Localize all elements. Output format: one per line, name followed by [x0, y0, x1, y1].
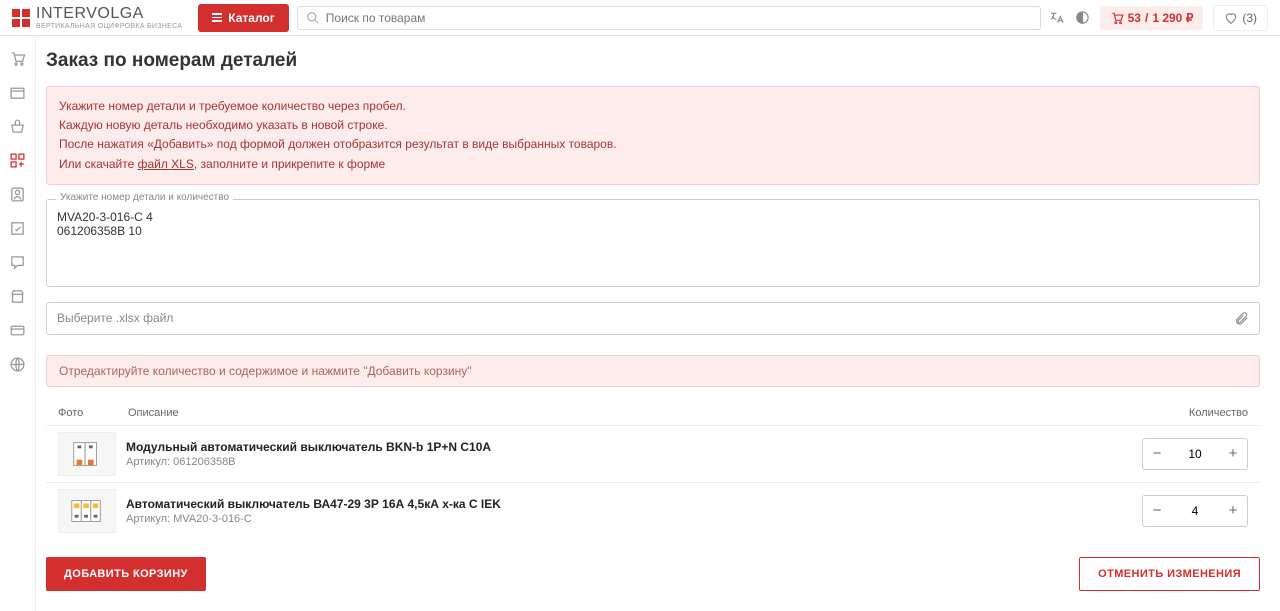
sidebar-cart-icon[interactable]: [8, 48, 28, 68]
product-title: Автоматический выключатель ВА47-29 3Р 16…: [126, 497, 1142, 511]
heart-icon: [1224, 11, 1238, 25]
actions-bar: ДОБАВИТЬ КОРЗИНУ ОТМЕНИТЬ ИЗМЕНЕНИЯ: [46, 557, 1260, 591]
quantity-stepper: − +: [1142, 495, 1248, 527]
col-qty: Количество: [1128, 407, 1248, 419]
main-content: Заказ по номерам деталей Укажите номер д…: [36, 36, 1280, 611]
col-desc: Описание: [128, 407, 1128, 419]
search-input[interactable]: [326, 11, 1032, 25]
catalog-label: Каталог: [228, 11, 275, 25]
instructions-line1: Укажите номер детали и требуемое количес…: [59, 97, 1247, 116]
sidebar-edit-icon[interactable]: [8, 218, 28, 238]
sidebar-globe-icon[interactable]: [8, 354, 28, 374]
search-icon: [306, 11, 320, 25]
sidebar-order-parts-icon[interactable]: [8, 150, 28, 170]
row-description: Автоматический выключатель ВА47-29 3Р 16…: [126, 497, 1142, 525]
product-thumb: [58, 489, 116, 533]
qty-minus-button[interactable]: −: [1143, 496, 1171, 526]
qty-input[interactable]: [1171, 447, 1219, 461]
cart-count: 53: [1128, 11, 1141, 25]
search-box[interactable]: [297, 6, 1041, 30]
sidebar-user-icon[interactable]: [8, 184, 28, 204]
parts-field-label: Укажите номер детали и количество: [56, 192, 233, 203]
product-thumb: [58, 432, 116, 476]
row-description: Модульный автоматический выключатель BKN…: [126, 440, 1142, 468]
sidebar-chat-icon[interactable]: [8, 252, 28, 272]
instructions-alert: Укажите номер детали и требуемое количес…: [46, 86, 1260, 185]
product-sku: Артикул: 061206358B: [126, 456, 1142, 468]
logo-text: INTERVOLGA: [36, 5, 182, 23]
logo[interactable]: INTERVOLGA ВЕРТИКАЛЬНАЯ ОЦИФРОВКА БИЗНЕС…: [12, 5, 182, 30]
quantity-stepper: − +: [1142, 438, 1248, 470]
xls-download-link[interactable]: файл XLS: [138, 157, 194, 171]
cart-icon: [1110, 11, 1124, 25]
top-bar: INTERVOLGA ВЕРТИКАЛЬНАЯ ОЦИФРОВКА БИЗНЕС…: [0, 0, 1280, 36]
page-title: Заказ по номерам деталей: [46, 50, 1260, 72]
sidebar-card-icon[interactable]: [8, 320, 28, 340]
cart-total: 1 290 ₽: [1152, 11, 1193, 25]
cart-sep: /: [1145, 11, 1148, 25]
review-notice: Отредактируйте количество и содержимое и…: [46, 355, 1260, 387]
instructions-line2: Каждую новую деталь необходимо указать в…: [59, 116, 1247, 135]
table-row: Автоматический выключатель ВА47-29 3Р 16…: [46, 482, 1260, 539]
instructions-line3: После нажатия «Добавить» под формой долж…: [59, 135, 1247, 154]
language-icon[interactable]: [1049, 10, 1065, 26]
sidebar: [0, 36, 36, 611]
qty-plus-button[interactable]: +: [1219, 439, 1247, 469]
attachment-icon: [1234, 311, 1249, 326]
table-row: Модульный автоматический выключатель BKN…: [46, 425, 1260, 482]
sidebar-store-icon[interactable]: [8, 286, 28, 306]
parts-textarea[interactable]: [46, 199, 1260, 287]
table-header: Фото Описание Количество: [46, 401, 1260, 425]
instructions-line4: Или скачайте файл XLS, заполните и прикр…: [59, 155, 1247, 174]
qty-input[interactable]: [1171, 504, 1219, 518]
menu-icon: [212, 13, 222, 22]
top-icons: 53 / 1 290 ₽ (3): [1049, 5, 1268, 31]
product-title: Модульный автоматический выключатель BKN…: [126, 440, 1142, 454]
theme-icon[interactable]: [1075, 10, 1090, 25]
product-sku: Артикул: MVA20-3-016-C: [126, 513, 1142, 525]
sidebar-box-icon[interactable]: [8, 82, 28, 102]
qty-plus-button[interactable]: +: [1219, 496, 1247, 526]
file-placeholder: Выберите .xlsx файл: [57, 311, 173, 325]
wishlist-count: (3): [1242, 11, 1257, 25]
add-to-cart-button[interactable]: ДОБАВИТЬ КОРЗИНУ: [46, 557, 206, 591]
parts-field: Укажите номер детали и количество: [46, 199, 1260, 290]
sidebar-basket-icon[interactable]: [8, 116, 28, 136]
file-input[interactable]: Выберите .xlsx файл: [46, 302, 1260, 335]
cart-summary[interactable]: 53 / 1 290 ₽: [1100, 6, 1204, 30]
cancel-button[interactable]: ОТМЕНИТЬ ИЗМЕНЕНИЯ: [1079, 557, 1260, 591]
logo-icon: [12, 9, 30, 27]
qty-minus-button[interactable]: −: [1143, 439, 1171, 469]
col-photo: Фото: [58, 407, 128, 419]
wishlist-summary[interactable]: (3): [1213, 5, 1268, 31]
catalog-button[interactable]: Каталог: [198, 4, 289, 32]
logo-subtitle: ВЕРТИКАЛЬНАЯ ОЦИФРОВКА БИЗНЕСА: [36, 23, 182, 30]
